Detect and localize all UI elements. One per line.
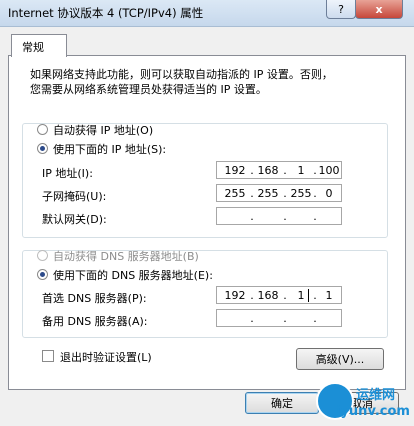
default-gateway-field[interactable]: . . . [216,207,342,225]
tab-general[interactable]: 常规 [11,34,67,57]
dns1-octet-4: 1 [325,289,333,302]
mask-octet-2: 255 [257,187,279,200]
validate-checkbox[interactable] [42,350,54,362]
ip-octet-4: 100 [318,164,340,177]
watermark-line-1: 运维网 [356,388,396,403]
window-title: Internet 协议版本 4 (TCP/IPv4) 属性 [8,6,204,20]
manual-dns-radio[interactable] [37,269,48,280]
mask-octet-1: 255 [224,187,246,200]
auto-dns-label: 自动获得 DNS 服务器地址(B) [53,250,199,263]
advanced-button-label: 高级(V)... [315,353,365,366]
intro-line-1: 如果网络支持此功能，则可以获取自动指派的 IP 设置。否则， [30,68,333,81]
validate-label: 退出时验证设置(L) [60,351,152,364]
dns1-octet-2: 168 [257,289,279,302]
mask-octet-3: 255 [290,187,312,200]
help-button[interactable]: ? [326,0,356,19]
close-button[interactable]: x [355,0,403,19]
tab-general-label: 常规 [22,41,44,54]
preferred-dns-label: 首选 DNS 服务器(P): [42,292,147,305]
auto-ip-radio[interactable] [37,124,48,135]
title-bar: Internet 协议版本 4 (TCP/IPv4) 属性 ? x [0,0,414,27]
watermark-line-2: iyunv.com [336,404,410,419]
preferred-dns-field[interactable]: 192 . 168 . 1 . 1 [216,286,342,304]
subnet-mask-label: 子网掩码(U): [42,190,107,203]
ok-button[interactable]: 确定 [245,392,319,414]
ip-octet-1: 192 [224,164,246,177]
intro-line-2: 您需要从网络系统管理员处获得适当的 IP 设置。 [30,83,267,96]
auto-dns-radio[interactable] [37,250,48,261]
advanced-button[interactable]: 高级(V)... [296,348,384,370]
ip-address-label: IP 地址(I): [42,167,93,180]
auto-ip-label: 自动获得 IP 地址(O) [53,124,154,137]
mask-octet-4: 0 [325,187,333,200]
ip-octet-3: 1 [297,164,305,177]
manual-dns-label: 使用下面的 DNS 服务器地址(E): [53,269,213,282]
dns1-octet-1: 192 [224,289,246,302]
help-icon: ? [338,2,344,16]
subnet-mask-field[interactable]: 255 . 255 . 255 . 0 [216,184,342,202]
dns1-octet-3: 1 [297,289,305,302]
manual-ip-radio[interactable] [37,143,48,154]
alternate-dns-field[interactable]: . . . [216,309,342,327]
ip-address-field[interactable]: 192 . 168 . 1 . 100 [216,161,342,179]
ok-button-label: 确定 [271,397,293,410]
ip-octet-2: 168 [257,164,279,177]
close-icon: x [375,2,383,16]
watermark: 运维网 iyunv.com [316,380,410,424]
intro-text: 如果网络支持此功能，则可以获取自动指派的 IP 设置。否则， 您需要从网络系统管… [30,67,382,97]
text-caret [308,289,309,302]
manual-ip-label: 使用下面的 IP 地址(S): [53,143,167,156]
default-gateway-label: 默认网关(D): [42,213,107,226]
alternate-dns-label: 备用 DNS 服务器(A): [42,315,148,328]
